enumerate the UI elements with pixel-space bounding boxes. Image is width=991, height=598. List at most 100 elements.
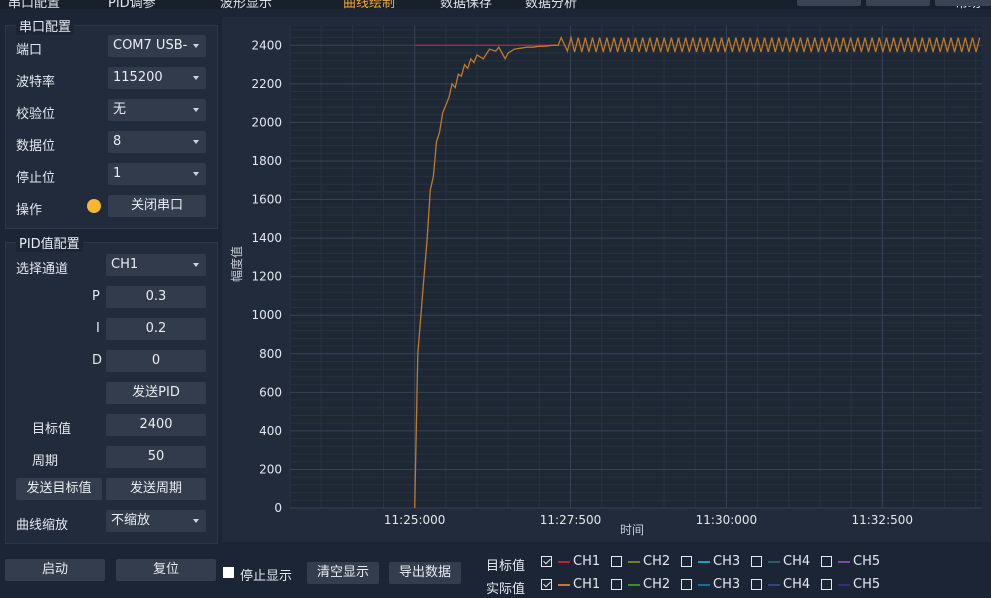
actual-ch2-label: CH2 (643, 577, 671, 592)
y-tick-label: 2200 (251, 77, 282, 91)
menu-item[interactable]: 数据保存 (440, 0, 492, 9)
export-data-button[interactable]: 导出数据 (389, 562, 461, 584)
target-ch2-swatch (628, 561, 640, 563)
chevron-down-icon (193, 519, 199, 523)
y-axis-label: 幅度值 (229, 246, 244, 282)
actual-ch1-swatch (558, 584, 570, 586)
y-tick-label: 400 (259, 424, 282, 438)
d-input[interactable]: 0 (106, 350, 206, 372)
actual-ch4-checkbox[interactable] (751, 579, 762, 590)
send-target-button[interactable]: 发送目标值 (16, 478, 102, 500)
stopbits-value: 1 (113, 166, 122, 181)
chevron-down-icon (193, 263, 199, 267)
p-input[interactable]: 0.3 (106, 286, 206, 308)
y-tick-label: 800 (259, 347, 282, 361)
top-menu-bar: 串口配置 PID调参 波形显示 曲线绘制 数据保存 数据分析 帮助 (0, 0, 991, 9)
target-input[interactable]: 2400 (106, 414, 206, 436)
stop-display-label: 停止显示 (240, 569, 293, 584)
send-pid-button[interactable]: 发送PID (106, 382, 206, 404)
channel-label: 选择通道 (16, 262, 69, 277)
plot-area (290, 26, 982, 508)
menu-item[interactable]: 数据分析 (525, 0, 577, 9)
menu-item[interactable]: 串口配置 (8, 0, 60, 9)
y-tick-label: 0 (274, 501, 282, 515)
chevron-down-icon (193, 76, 199, 80)
menu-item[interactable]: 波形显示 (220, 0, 272, 9)
target-ch5-label: CH5 (853, 554, 881, 569)
x-tick-label: 11:27:500 (540, 513, 602, 527)
actual-ch3-swatch (698, 584, 710, 586)
y-tick-label: 1000 (251, 308, 282, 322)
channel-select[interactable]: CH1 (106, 254, 206, 276)
x-tick-label: 11:25:000 (384, 513, 446, 527)
actual-ch2-checkbox[interactable] (611, 579, 622, 590)
clear-display-button[interactable]: 清空显示 (307, 562, 379, 584)
i-label: I (96, 321, 100, 336)
port-label: 端口 (16, 43, 43, 58)
x-tick-label: 11:30:000 (696, 513, 758, 527)
actual-ch4-label: CH4 (783, 577, 811, 592)
actual-ch3-label: CH3 (713, 577, 741, 592)
databits-select[interactable]: 8 (108, 131, 206, 153)
menu-item[interactable]: PID调参 (108, 0, 156, 9)
y-tick-label: 600 (259, 385, 282, 399)
zoom-label: 曲线缩放 (16, 518, 69, 533)
target-ch1-swatch (558, 561, 570, 563)
target-ch5-swatch (838, 561, 850, 563)
stop-display-checkbox[interactable] (223, 567, 234, 578)
actual-ch5-label: CH5 (853, 577, 881, 592)
parity-select[interactable]: 无 (108, 99, 206, 121)
target-ch5-checkbox[interactable] (821, 556, 832, 567)
period-label: 周期 (32, 454, 59, 469)
chevron-down-icon (193, 108, 199, 112)
target-ch2-checkbox[interactable] (611, 556, 622, 567)
status-led-icon (87, 199, 101, 213)
toolbar-button[interactable] (935, 0, 991, 6)
actual-ch1-checkbox[interactable] (541, 579, 552, 590)
target-ch4-checkbox[interactable] (751, 556, 762, 567)
baud-select[interactable]: 115200 (108, 67, 206, 89)
y-tick-label: 1600 (251, 193, 282, 207)
target-ch3-swatch (698, 561, 710, 563)
actual-ch3-checkbox[interactable] (681, 579, 692, 590)
menu-item-active[interactable]: 曲线绘制 (343, 0, 395, 9)
send-period-button[interactable]: 发送周期 (106, 478, 206, 500)
zoom-select[interactable]: 不缩放 (106, 510, 206, 532)
port-select[interactable]: COM7 USB- (108, 35, 206, 57)
operation-label: 操作 (16, 203, 43, 218)
baud-label: 波特率 (16, 75, 56, 90)
actual-ch1-label: CH1 (573, 577, 601, 592)
databits-value: 8 (113, 134, 122, 149)
target-label: 目标值 (32, 422, 72, 437)
i-input[interactable]: 0.2 (106, 318, 206, 340)
y-tick-label: 200 (259, 462, 282, 476)
toolbar-button[interactable] (797, 0, 861, 6)
y-tick-label: 1800 (251, 154, 282, 168)
p-label: P (92, 289, 100, 304)
period-input[interactable]: 50 (106, 446, 206, 468)
target-ch2-label: CH2 (643, 554, 671, 569)
databits-label: 数据位 (16, 139, 56, 154)
target-ch1-checkbox[interactable] (541, 556, 552, 567)
y-tick-label: 2400 (251, 38, 282, 52)
close-port-button[interactable]: 关闭串口 (108, 195, 206, 217)
stopbits-select[interactable]: 1 (108, 163, 206, 185)
reset-button[interactable]: 复位 (116, 559, 216, 581)
target-ch4-swatch (768, 561, 780, 563)
x-tick-label: 11:32:500 (851, 513, 913, 527)
parity-label: 校验位 (16, 107, 56, 122)
y-tick-label: 1400 (251, 231, 282, 245)
waveform-chart: 0 200 400 600 800 1000 1200 1400 1600 1800 2000 220… (222, 17, 991, 542)
chevron-down-icon (193, 44, 199, 48)
baud-value: 115200 (113, 70, 163, 85)
target-ch1-label: CH1 (573, 554, 601, 569)
actual-ch5-swatch (838, 584, 850, 586)
actual-ch5-checkbox[interactable] (821, 579, 832, 590)
target-ch3-checkbox[interactable] (681, 556, 692, 567)
start-button[interactable]: 启动 (5, 559, 105, 581)
zoom-value: 不缩放 (111, 513, 151, 528)
pid-config-title: PID值配置 (16, 233, 83, 252)
stopbits-label: 停止位 (16, 171, 56, 186)
target-ch4-label: CH4 (783, 554, 811, 569)
toolbar-button[interactable] (866, 0, 930, 6)
